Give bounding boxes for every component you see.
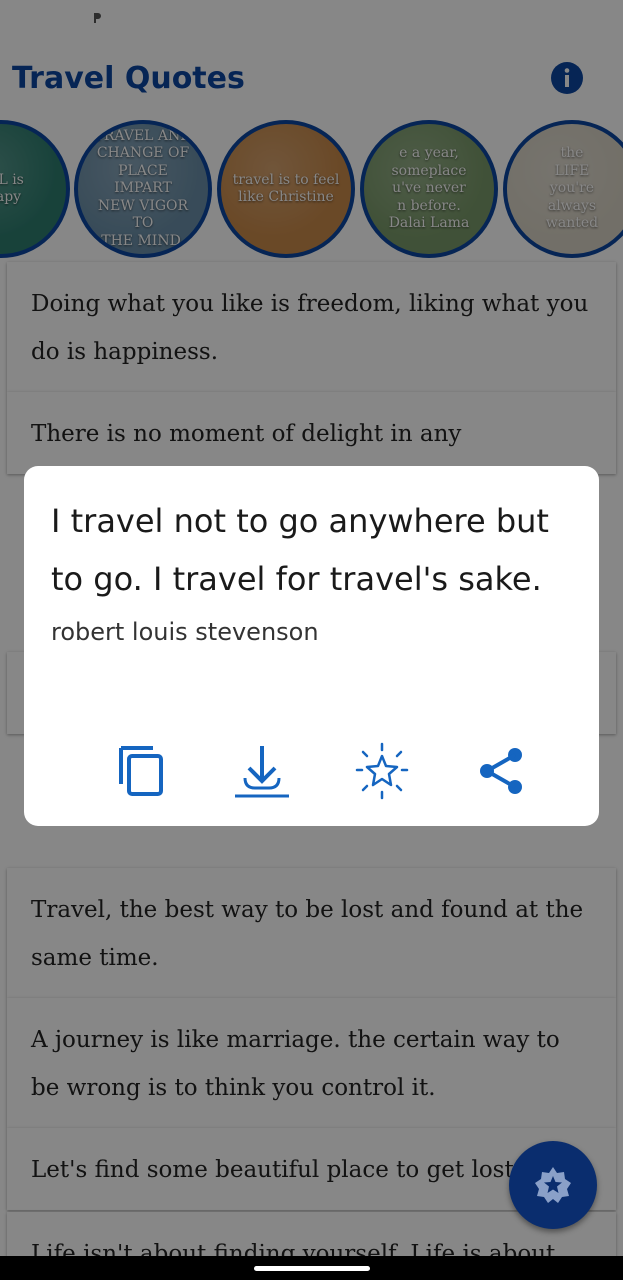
download-button[interactable] bbox=[233, 742, 291, 800]
dialog-quote-text: I travel not to go anywhere but to go. I… bbox=[51, 502, 549, 598]
share-button[interactable] bbox=[473, 742, 531, 800]
copy-button[interactable] bbox=[113, 742, 171, 800]
dialog-actions bbox=[24, 742, 599, 800]
dialog-quote-author: robert louis stevenson bbox=[51, 618, 319, 646]
download-icon bbox=[234, 746, 289, 798]
star-icon bbox=[355, 742, 408, 800]
favorites-fab[interactable] bbox=[509, 1141, 597, 1229]
home-gesture-pill[interactable] bbox=[254, 1266, 370, 1271]
star-badge-icon bbox=[535, 1167, 571, 1203]
favorite-button[interactable] bbox=[353, 742, 411, 800]
copy-icon bbox=[118, 746, 163, 796]
navigation-bar bbox=[0, 1256, 623, 1280]
quote-dialog: I travel not to go anywhere but to go. I… bbox=[24, 466, 599, 826]
share-icon bbox=[479, 748, 522, 794]
